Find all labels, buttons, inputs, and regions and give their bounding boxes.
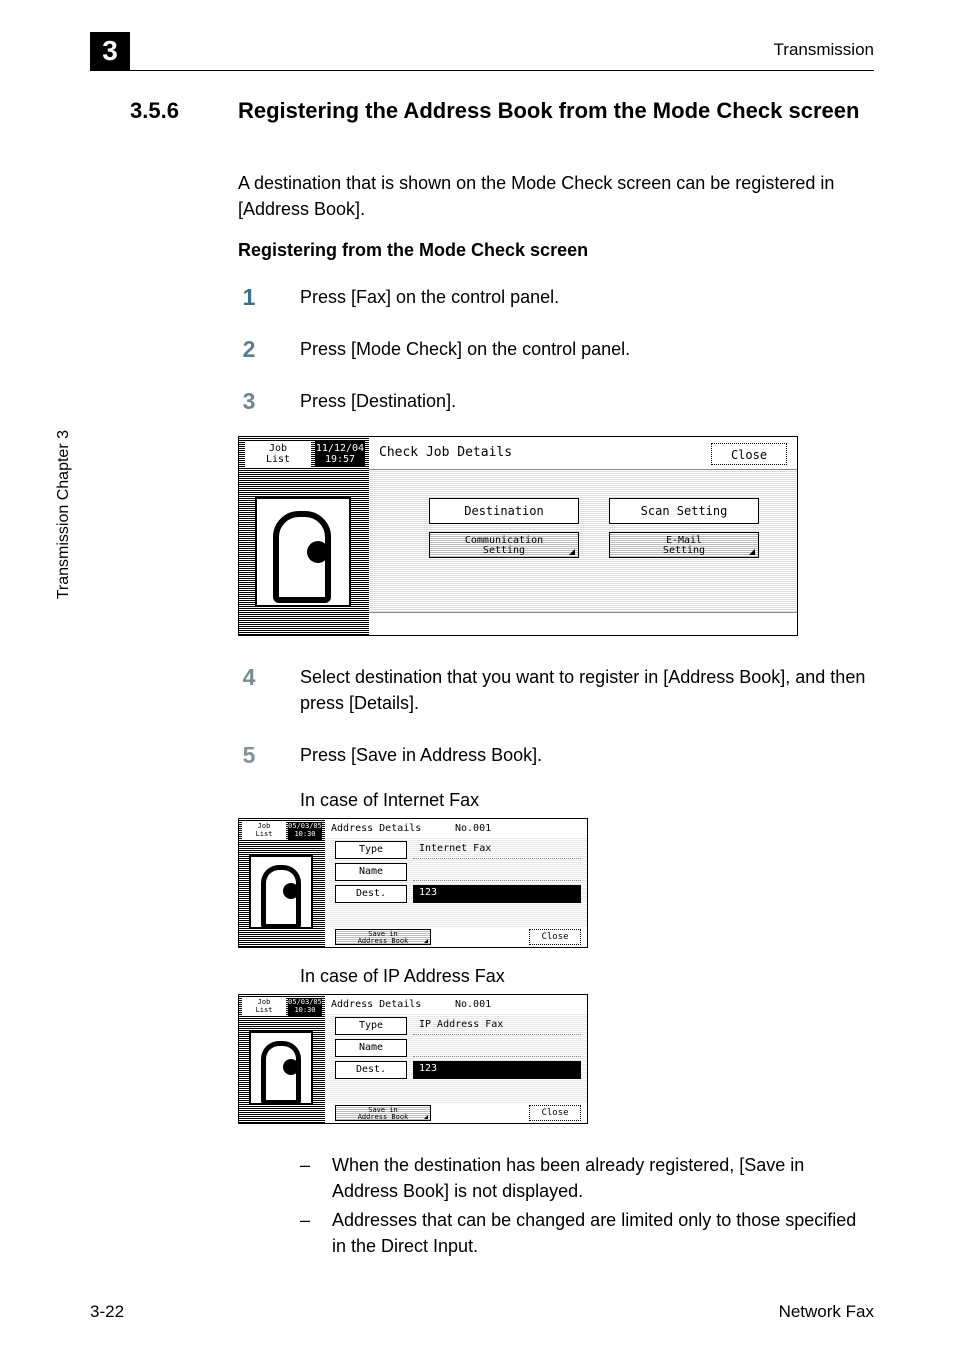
destination-button[interactable]: Destination — [429, 498, 579, 524]
job-list-tab[interactable]: Job List — [245, 441, 311, 467]
address-details-title: Address Details — [331, 999, 421, 1010]
screenshot-left-panel: Job List 11/12/04 19:57 — [239, 437, 369, 635]
screenshot-internet-fax: Job List 05/03/05 10:30 Address Details … — [238, 818, 588, 948]
datetime-display: 05/03/05 10:30 — [288, 998, 322, 1016]
type-label: Type — [335, 1017, 407, 1035]
screen-body: Destination Scan Setting Communication S… — [369, 469, 797, 613]
header-rule — [90, 70, 874, 71]
job-list-tab[interactable]: Job List — [242, 822, 286, 840]
datetime-display: 11/12/04 19:57 — [315, 441, 365, 467]
dash-bullet: – — [300, 1207, 314, 1259]
footer-right: Network Fax — [779, 1302, 874, 1322]
save-in-address-book-button[interactable]: Save in Address Book — [335, 929, 431, 945]
type-label: Type — [335, 841, 407, 859]
note-2: Addresses that can be changed are limite… — [332, 1207, 874, 1259]
screenshot-ip-address-fax: Job List 05/03/05 10:30 Address Details … — [238, 994, 588, 1124]
dest-label: Dest. — [335, 1061, 407, 1079]
dash-bullet: – — [300, 1152, 314, 1204]
sm-left-panel: Job List 05/03/05 10:30 — [239, 819, 325, 947]
step-number-1: 1 — [238, 284, 260, 311]
step-text-3: Press [Destination]. — [300, 388, 874, 414]
close-button[interactable]: Close — [529, 929, 581, 945]
type-value: Internet Fax — [413, 841, 581, 859]
step-text-1: Press [Fax] on the control panel. — [300, 284, 874, 310]
screenshot-check-job-details: Job List 11/12/04 19:57 Check Job Detail… — [238, 436, 798, 636]
sm-left-panel: Job List 05/03/05 10:30 — [239, 995, 325, 1123]
section-number: 3.5.6 — [130, 98, 210, 124]
printer-icon — [249, 1031, 313, 1105]
save-in-address-book-button[interactable]: Save in Address Book — [335, 1105, 431, 1121]
name-value — [413, 1039, 581, 1057]
close-button[interactable]: Close — [711, 443, 787, 465]
job-list-tab[interactable]: Job List — [242, 998, 286, 1016]
chapter-number-tab: 3 — [90, 32, 130, 70]
section-heading: Registering the Address Book from the Mo… — [238, 98, 859, 124]
communication-setting-button[interactable]: Communication Setting — [429, 532, 579, 558]
address-details-title: Address Details — [331, 823, 421, 834]
header-section-title: Transmission — [774, 40, 874, 60]
note-1: When the destination has been already re… — [332, 1152, 874, 1204]
name-label: Name — [335, 1039, 407, 1057]
subheading: Registering from the Mode Check screen — [238, 240, 874, 261]
side-tab: Transmission Chapter 3 — [55, 430, 73, 599]
step-number-5: 5 — [238, 742, 260, 769]
step-number-4: 4 — [238, 664, 260, 691]
printer-icon — [255, 497, 351, 607]
screen-title: Check Job Details — [379, 445, 512, 460]
step-number-3: 3 — [238, 388, 260, 415]
caption-ip-address-fax: In case of IP Address Fax — [300, 966, 874, 987]
dest-value: 123 — [413, 1061, 581, 1079]
step-text-4: Select destination that you want to regi… — [300, 664, 874, 716]
type-value: IP Address Fax — [413, 1017, 581, 1035]
printer-icon — [249, 855, 313, 929]
dest-label: Dest. — [335, 885, 407, 903]
datetime-display: 05/03/05 10:30 — [288, 822, 322, 840]
address-number: No.001 — [455, 999, 491, 1010]
step-number-2: 2 — [238, 336, 260, 363]
email-setting-button[interactable]: E-Mail Setting — [609, 532, 759, 558]
close-button[interactable]: Close — [529, 1105, 581, 1121]
intro-paragraph: A destination that is shown on the Mode … — [238, 170, 874, 222]
scan-setting-button[interactable]: Scan Setting — [609, 498, 759, 524]
address-number: No.001 — [455, 823, 491, 834]
dest-value: 123 — [413, 885, 581, 903]
caption-internet-fax: In case of Internet Fax — [300, 790, 874, 811]
name-value — [413, 863, 581, 881]
footer-page-number: 3-22 — [90, 1302, 124, 1322]
step-text-5: Press [Save in Address Book]. — [300, 742, 874, 768]
step-text-2: Press [Mode Check] on the control panel. — [300, 336, 874, 362]
name-label: Name — [335, 863, 407, 881]
